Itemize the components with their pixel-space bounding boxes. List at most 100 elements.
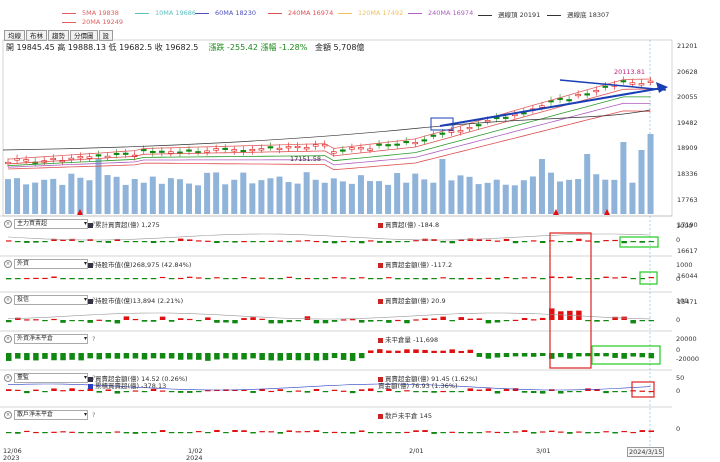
panel-selector[interactable]: × 主力買賣超 ▾? — [4, 219, 95, 229]
indicator-bar — [386, 277, 392, 279]
indicator-bar — [503, 277, 510, 279]
indicator-bar — [187, 432, 193, 434]
indicator-bar — [141, 353, 148, 360]
indicator-bar — [42, 277, 48, 280]
indicator-bar — [576, 391, 582, 393]
indicator-bar — [576, 431, 582, 433]
help-icon: ? — [92, 335, 96, 343]
indicator-bar — [340, 277, 347, 279]
volume-bar — [638, 150, 645, 214]
close-icon[interactable]: × — [4, 260, 12, 268]
close-icon[interactable]: × — [4, 335, 12, 343]
indicator-bar — [214, 241, 220, 244]
indicator-bar — [612, 316, 618, 320]
volume-bar — [240, 172, 247, 214]
indicator-bar — [150, 278, 157, 280]
close-icon[interactable]: × — [4, 220, 12, 228]
indicator-bar — [431, 391, 437, 393]
chevron-down-icon: ▾ — [83, 296, 87, 303]
indicator-bar — [168, 391, 175, 393]
panel-text: 買賣超(億) -184.8 — [378, 219, 439, 229]
indicator-bar — [304, 431, 311, 433]
volume-bar — [502, 184, 509, 214]
indicator-bar — [96, 391, 102, 393]
close-icon[interactable]: × — [4, 374, 12, 382]
indicator-dropdown[interactable]: 主力買賣超 ▾ — [14, 219, 88, 229]
volume-bar — [312, 179, 319, 214]
indicator-bar — [576, 238, 582, 241]
indicator-bar — [168, 278, 175, 280]
panel-selector[interactable]: × 外資淨未平倉 ▾? — [4, 334, 95, 344]
indicator-bar — [639, 320, 645, 322]
indicator-bar — [304, 277, 311, 280]
indicator-bar — [241, 318, 247, 320]
indicator-bar — [60, 431, 66, 433]
indicator-bar — [322, 241, 329, 243]
indicator-bar — [603, 320, 609, 322]
indicator-bar — [159, 316, 166, 320]
panel-selector[interactable]: × 散戶淨未平倉 ▾? — [4, 410, 95, 420]
candle — [86, 156, 93, 159]
panel-selector[interactable]: × 外資 ▾? — [4, 259, 95, 269]
indicator-bar — [232, 430, 238, 432]
indicator-bar — [304, 316, 311, 320]
indicator-bar — [503, 353, 510, 358]
indicator-bar — [259, 241, 265, 243]
panel-selector[interactable]: × 董監 ▾? — [4, 373, 95, 383]
panel-text: 未平倉量 -11,698 — [378, 334, 438, 344]
indicator-bar — [96, 319, 102, 321]
volume-bar — [158, 183, 165, 214]
indicator-bar — [6, 240, 12, 242]
volume-bar — [204, 172, 211, 214]
indicator-bar — [250, 278, 256, 280]
indicator-bar — [123, 353, 130, 359]
candle — [276, 147, 283, 150]
indicator-bar — [132, 353, 139, 359]
indicator-bar — [349, 432, 356, 434]
close-icon[interactable]: × — [4, 411, 12, 419]
indicator-bar — [6, 389, 12, 391]
indicator-dropdown[interactable]: 外資淨未平倉 ▾ — [14, 334, 88, 344]
indicator-bar — [340, 353, 347, 360]
indicator-dropdown[interactable]: 散戶淨未平倉 ▾ — [14, 410, 88, 420]
indicator-bar — [24, 241, 30, 243]
indicator-bar — [295, 278, 302, 280]
indicator-dropdown[interactable]: 董監 ▾ — [14, 373, 88, 383]
indicator-bar — [521, 241, 528, 243]
indicator-bar — [51, 318, 57, 321]
candle — [430, 134, 437, 137]
candle — [620, 80, 627, 83]
indicator-bar — [539, 241, 546, 244]
indicator-bar — [6, 432, 12, 434]
close-icon[interactable]: × — [4, 296, 12, 304]
indicator-bar — [395, 350, 401, 353]
volume-bar — [5, 179, 11, 214]
indicator-bar — [159, 276, 166, 279]
indicator-bar — [458, 350, 464, 353]
panel-axis-label: 50 — [676, 374, 685, 382]
volume-bar — [149, 176, 156, 214]
indicator-bar — [630, 431, 636, 434]
indicator-bar — [33, 241, 39, 243]
chart-canvas[interactable] — [0, 0, 720, 461]
indicator-bar — [69, 278, 75, 280]
indicator-bar — [368, 350, 374, 353]
indicator-bar — [594, 389, 600, 391]
indicator-bar — [648, 320, 655, 322]
indicator-bar — [177, 318, 184, 320]
indicator-bar — [87, 278, 93, 280]
arrow-head — [656, 82, 668, 93]
indicator-bar — [187, 353, 193, 360]
volume-bar — [258, 180, 265, 214]
panel-selector[interactable]: × 投信 ▾? — [4, 295, 95, 305]
indicator-bar — [349, 278, 356, 280]
indicator-bar — [639, 241, 645, 243]
x-tick-label: 2/01 — [409, 447, 424, 455]
indicator-bar — [168, 353, 175, 359]
indicator-bar — [114, 320, 121, 324]
indicator-bar — [15, 432, 21, 434]
indicator-bar — [503, 238, 510, 241]
indicator-bar — [648, 353, 655, 359]
indicator-dropdown[interactable]: 投信 ▾ — [14, 295, 88, 305]
indicator-dropdown[interactable]: 外資 ▾ — [14, 259, 88, 269]
